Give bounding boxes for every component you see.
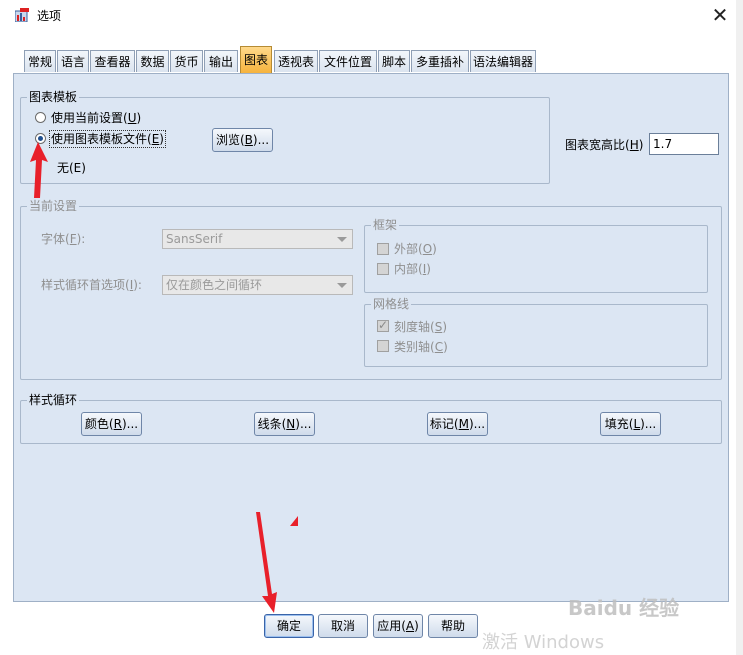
- tab-multiple-imputation[interactable]: 多重插补: [411, 50, 469, 72]
- baidu-watermark: Baidu 经验: [568, 596, 680, 620]
- options-dialog: 选项 ✕ 常规 语言 查看器 数据 货币 输出 图表 透视表 文件位置 脚本 多…: [0, 0, 737, 655]
- window-title: 选项: [37, 9, 62, 23]
- tab-scripts[interactable]: 脚本: [378, 50, 410, 72]
- lines-button[interactable]: 线条(N)...: [254, 412, 315, 436]
- help-button[interactable]: 帮助: [428, 614, 478, 638]
- use-current-settings-radio[interactable]: [35, 112, 46, 123]
- fills-button[interactable]: 填充(L)...: [600, 412, 661, 436]
- style-cycle-legend: 样式循环: [27, 393, 80, 407]
- tab-data[interactable]: 数据: [136, 50, 169, 72]
- tab-file-locations[interactable]: 文件位置: [319, 50, 377, 72]
- tab-syntax-editor[interactable]: 语法编辑器: [470, 50, 536, 72]
- frame-legend: 框架: [371, 218, 400, 232]
- tab-currency[interactable]: 货币: [170, 50, 203, 72]
- tab-charts[interactable]: 图表: [240, 46, 272, 73]
- annotation-arrow-down-icon: [256, 512, 277, 613]
- tab-general[interactable]: 常规: [24, 50, 56, 72]
- gridlines-scale-checkbox[interactable]: [377, 318, 389, 332]
- template-file-value: 无(E): [57, 161, 86, 175]
- cancel-button[interactable]: 取消: [318, 614, 368, 638]
- frame-group: 框架: [364, 218, 708, 293]
- aspect-ratio-input[interactable]: 1.7: [649, 133, 719, 155]
- gridlines-scale-label: 刻度轴(S): [394, 320, 447, 334]
- gridlines-category-checkbox[interactable]: [377, 340, 389, 352]
- style-cycle-pref-label: 样式循环首选项(I):: [41, 278, 142, 292]
- tab-viewer[interactable]: 查看器: [90, 50, 135, 72]
- frame-outer-label: 外部(O): [394, 242, 437, 256]
- activate-windows-watermark: 激活 Windows: [482, 632, 605, 653]
- apply-button[interactable]: 应用(A): [373, 614, 423, 638]
- chevron-down-icon: [337, 283, 347, 288]
- tab-output[interactable]: 输出: [204, 50, 238, 72]
- app-icon: [15, 8, 29, 22]
- font-select[interactable]: SansSerif: [162, 229, 353, 249]
- font-label: 字体(F):: [41, 232, 86, 246]
- tab-language[interactable]: 语言: [57, 50, 89, 72]
- frame-inner-label: 内部(I): [394, 262, 431, 276]
- frame-outer-checkbox[interactable]: [377, 243, 389, 255]
- browse-button[interactable]: 浏览(B)...: [212, 128, 273, 152]
- charts-tab-panel: 图表模板 使用当前设置(U) 使用图表模板文件(E) 浏览(B)... 无(E)…: [13, 73, 729, 602]
- annotation-mark-icon: [290, 516, 298, 526]
- chevron-down-icon: [337, 237, 347, 242]
- ok-button[interactable]: 确定: [264, 614, 314, 638]
- gridlines-category-label: 类别轴(C): [394, 340, 448, 354]
- frame-inner-checkbox[interactable]: [377, 263, 389, 275]
- style-cycle-pref-select[interactable]: 仅在颜色之间循环: [162, 275, 353, 295]
- chart-template-legend: 图表模板: [27, 90, 80, 104]
- use-current-settings-label: 使用当前设置(U): [51, 111, 142, 125]
- title-bar: 选项 ✕: [0, 0, 736, 30]
- close-icon[interactable]: ✕: [706, 2, 734, 28]
- background-window-edge: [736, 0, 743, 655]
- colors-button[interactable]: 颜色(R)...: [81, 412, 142, 436]
- gridlines-group: 网格线: [364, 297, 708, 367]
- current-settings-legend: 当前设置: [27, 199, 80, 213]
- gridlines-legend: 网格线: [371, 297, 412, 311]
- use-template-file-label: 使用图表模板文件(E): [49, 130, 166, 148]
- markers-button[interactable]: 标记(M)...: [427, 412, 488, 436]
- annotation-arrow-up-icon: [30, 142, 48, 198]
- aspect-ratio-label: 图表宽高比(H): [565, 138, 644, 152]
- tab-pivot-tables[interactable]: 透视表: [274, 50, 318, 72]
